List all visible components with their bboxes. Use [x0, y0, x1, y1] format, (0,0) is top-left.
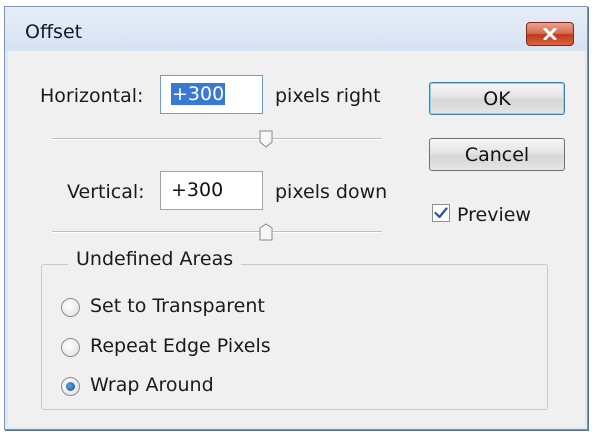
horizontal-slider-thumb[interactable]: [259, 130, 273, 148]
vertical-value: +300: [171, 179, 224, 201]
radio-label-wrap-around: Wrap Around: [90, 374, 214, 396]
title-bar[interactable]: Offset: [5, 7, 587, 51]
close-button[interactable]: [526, 22, 574, 46]
horizontal-input[interactable]: +300: [160, 75, 263, 114]
close-icon: [543, 28, 557, 40]
radio-label-repeat-edge-pixels: Repeat Edge Pixels: [90, 335, 271, 357]
horizontal-unit-label: pixels right: [275, 85, 381, 107]
vertical-input[interactable]: +300: [160, 171, 263, 210]
horizontal-slider-track[interactable]: [52, 138, 382, 140]
horizontal-label: Horizontal:: [40, 85, 144, 107]
offset-dialog: Offset Horizontal: +300 pixels right Ver…: [4, 6, 588, 430]
vertical-slider-thumb[interactable]: [259, 223, 273, 241]
vertical-unit-label: pixels down: [275, 181, 388, 203]
cancel-button[interactable]: Cancel: [429, 138, 565, 171]
dialog-content: Horizontal: +300 pixels right Vertical: …: [8, 51, 585, 427]
checkmark-icon: [434, 207, 448, 219]
radio-label-set-to-transparent: Set to Transparent: [90, 295, 265, 317]
vertical-slider-track[interactable]: [52, 231, 382, 233]
dialog-title: Offset: [25, 21, 83, 43]
preview-label: Preview: [457, 204, 531, 226]
radio-set-to-transparent[interactable]: [61, 298, 80, 317]
radio-repeat-edge-pixels[interactable]: [61, 338, 80, 357]
horizontal-value: +300: [171, 83, 226, 105]
undefined-areas-title: Undefined Areas: [68, 248, 242, 270]
vertical-label: Vertical:: [67, 181, 145, 203]
ok-button[interactable]: OK: [429, 82, 565, 115]
radio-wrap-around[interactable]: [61, 377, 80, 396]
preview-checkbox[interactable]: [432, 204, 450, 222]
